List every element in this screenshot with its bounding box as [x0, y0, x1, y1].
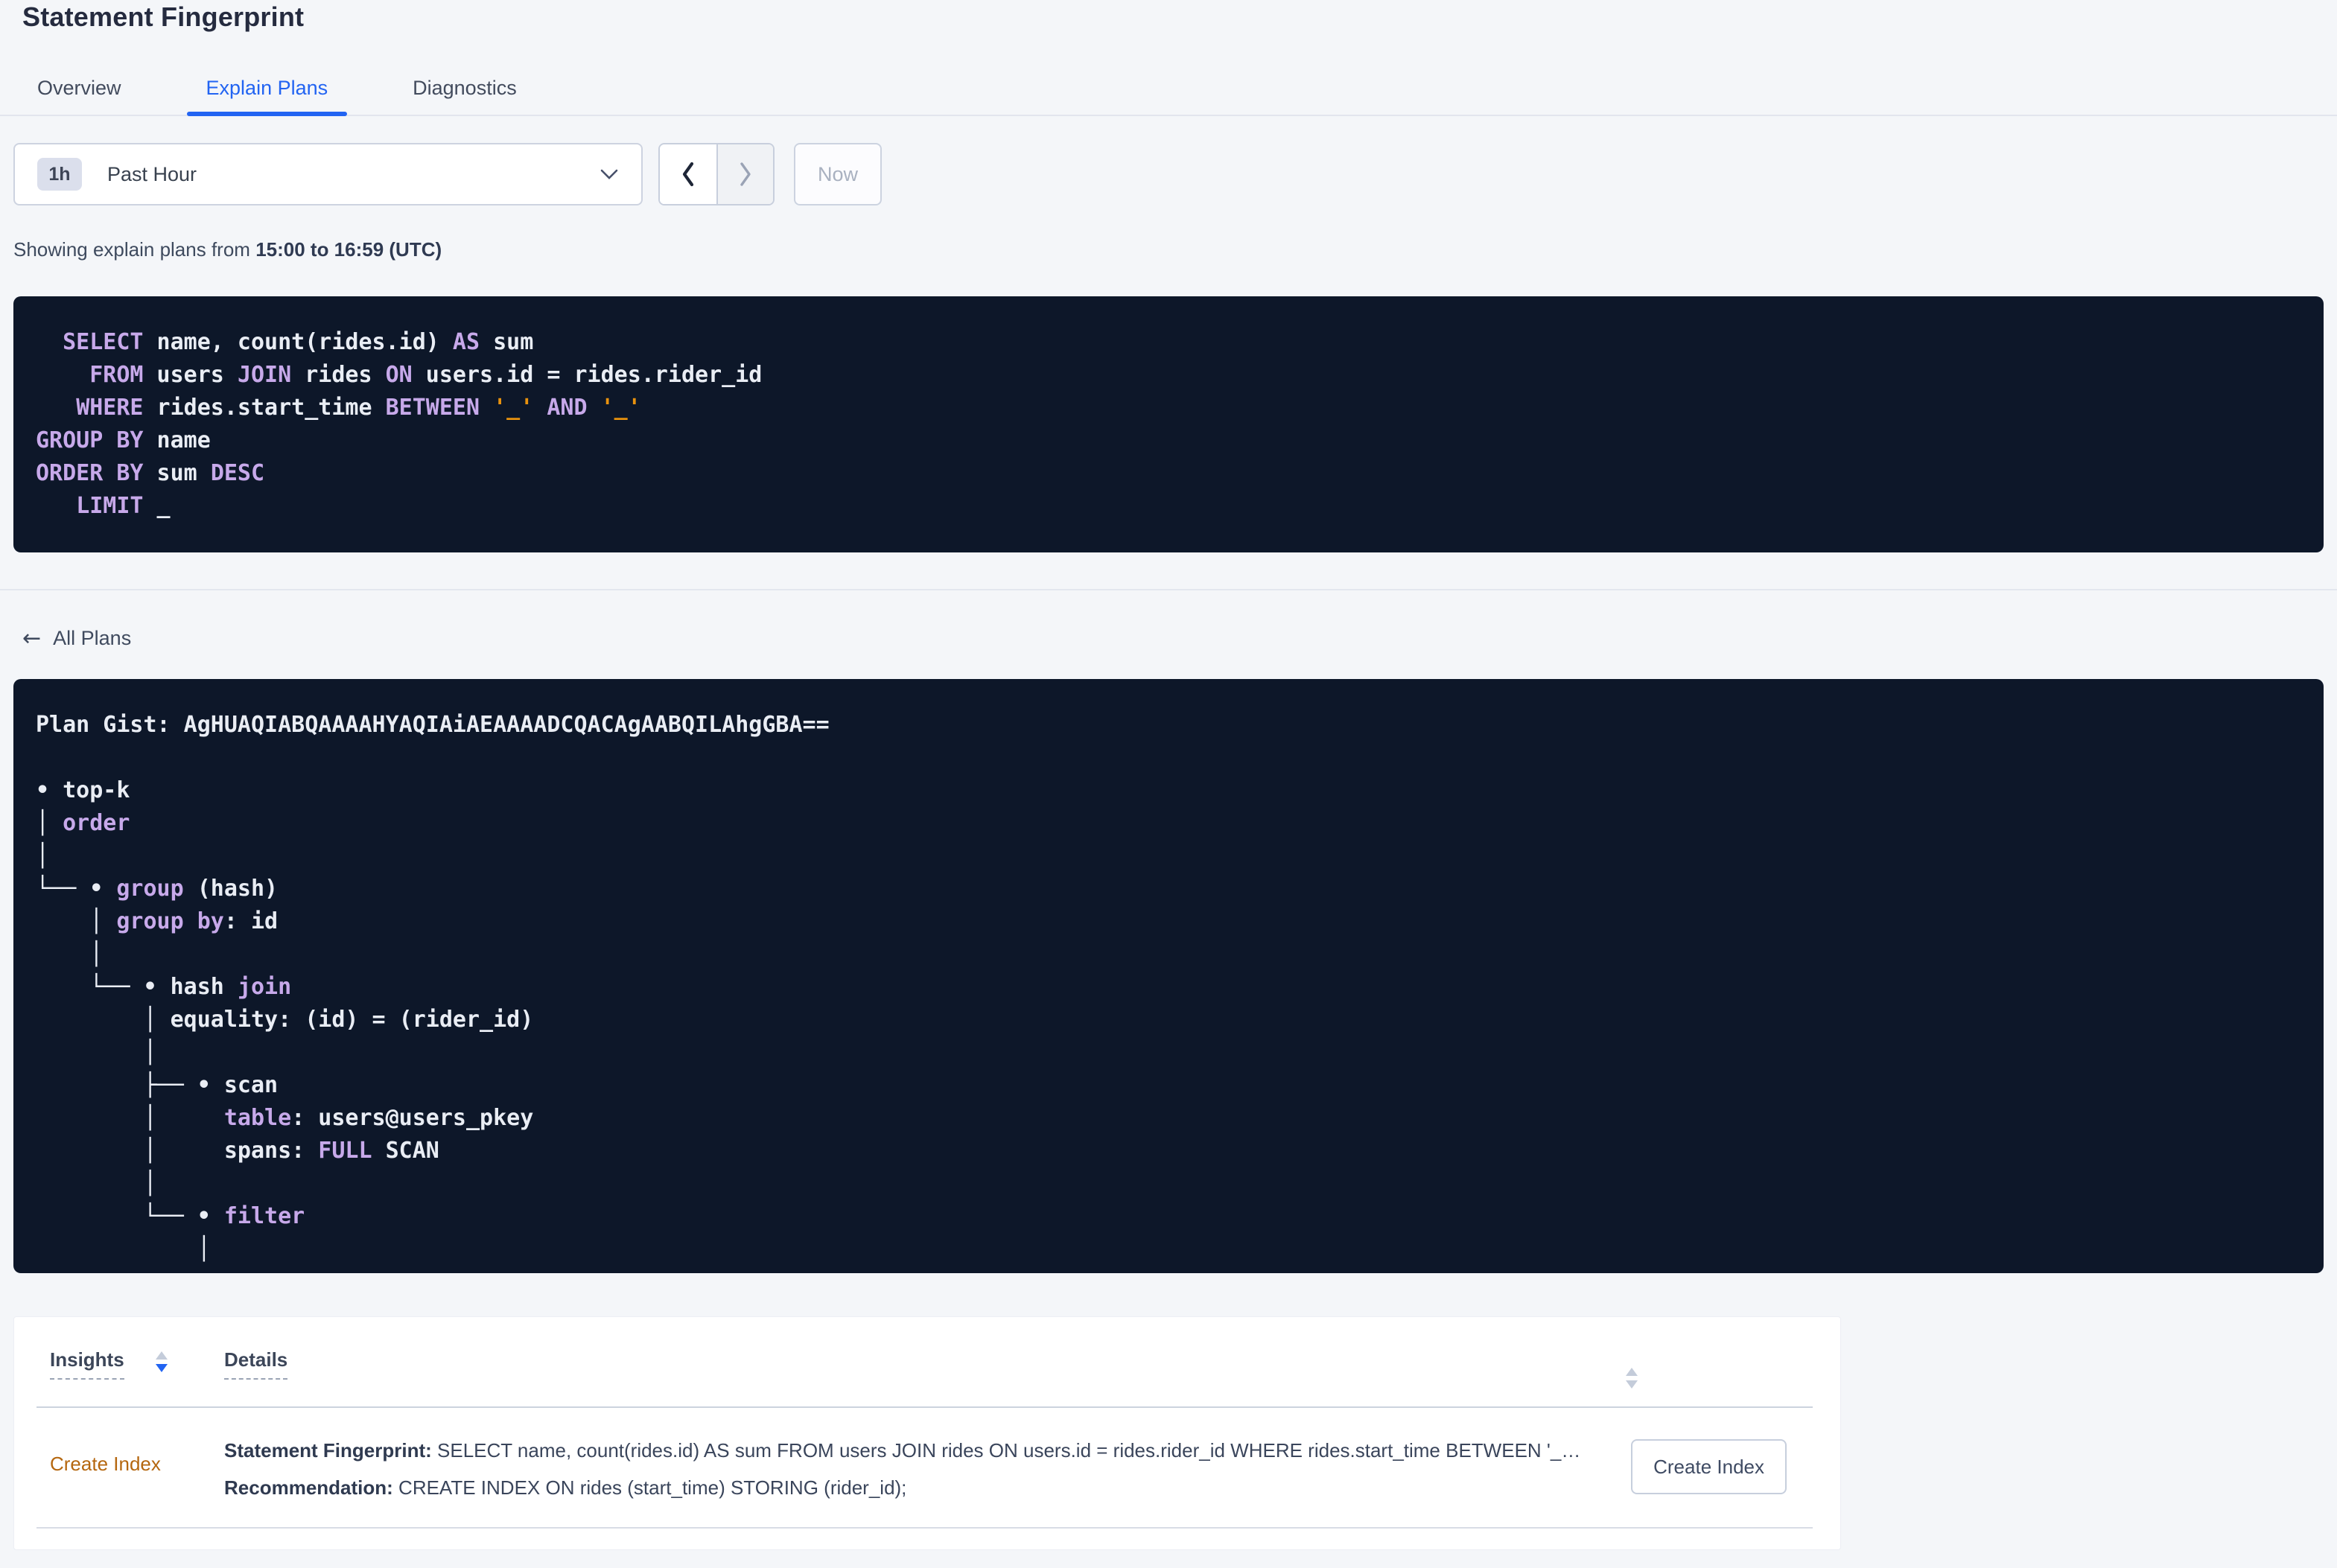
sort-asc-icon — [1626, 1368, 1638, 1376]
time-range-label: Past Hour — [107, 162, 197, 185]
insights-sort-control[interactable] — [155, 1351, 168, 1372]
insight-details-cell: Statement Fingerprint: SELECT name, coun… — [224, 1432, 1614, 1527]
row-separator — [36, 1527, 1813, 1529]
prev-time-button[interactable] — [660, 144, 716, 204]
all-plans-label: All Plans — [53, 627, 132, 649]
section-divider — [0, 589, 2337, 590]
details-column-label[interactable]: Details — [224, 1348, 288, 1380]
insights-table-card: Insights Details Create Index Statement … — [13, 1316, 1841, 1550]
chevron-down-icon — [600, 169, 618, 179]
all-plans-link[interactable]: ← All Plans — [22, 627, 131, 650]
tab-label: Explain Plans — [206, 77, 328, 99]
plan-gist: Plan Gist: AgHUAQIABQAAAAHYAQIAiAEAAAADC… — [36, 712, 830, 738]
create-index-button[interactable]: Create Index — [1631, 1439, 1787, 1494]
plan-blank-line — [36, 742, 2324, 774]
caption-prefix: Showing explain plans from — [13, 238, 256, 261]
next-time-button[interactable] — [716, 144, 773, 204]
sort-asc-icon — [155, 1351, 168, 1360]
detail-line: Statement Fingerprint: SELECT name, coun… — [224, 1439, 1581, 1462]
insights-column-header: Insights — [50, 1348, 224, 1380]
insights-table-header: Insights Details — [50, 1348, 1805, 1380]
detail-line: Recommendation: CREATE INDEX ON rides (s… — [224, 1476, 907, 1499]
sort-desc-icon — [1626, 1380, 1638, 1389]
chevron-left-icon — [682, 162, 694, 187]
chevron-right-icon — [740, 162, 751, 186]
statement-fingerprint-page: Statement Fingerprint Overview Explain Pl… — [0, 0, 2337, 1568]
sort-desc-icon — [155, 1364, 168, 1372]
tab-bar: Overview Explain Plans Diagnostics — [0, 67, 2337, 116]
details-column-header: Details — [224, 1348, 288, 1380]
time-range-caption: Showing explain plans from 15:00 to 16:5… — [13, 238, 442, 261]
sql-statement-box: SELECT name, count(rides.id) AS sum FROM… — [13, 296, 2324, 552]
plan-tree: • top-k │ order │ └── • group (hash) │ grou… — [36, 777, 534, 1262]
caption-range: 15:00 to 16:59 (UTC) — [255, 238, 442, 261]
time-controls: 1h Past Hour Now — [13, 143, 882, 205]
now-button[interactable]: Now — [794, 143, 882, 205]
time-range-badge: 1h — [37, 158, 82, 191]
back-arrow-icon: ← — [22, 625, 42, 651]
tab-label: Diagnostics — [413, 77, 517, 99]
insights-column-label[interactable]: Insights — [50, 1348, 124, 1380]
time-range-select[interactable]: 1h Past Hour — [13, 143, 643, 205]
table-row: Create Index Statement Fingerprint: SELE… — [14, 1408, 1840, 1527]
tab-explain-plans[interactable]: Explain Plans — [186, 65, 348, 116]
time-pager — [658, 143, 775, 205]
page-title: Statement Fingerprint — [22, 1, 305, 32]
tab-overview[interactable]: Overview — [18, 65, 141, 115]
plan-gist-box: Plan Gist: AgHUAQIABQAAAAHYAQIAiAEAAAADC… — [13, 679, 2324, 1273]
tab-diagnostics[interactable]: Diagnostics — [393, 65, 536, 115]
insight-type-link[interactable]: Create Index — [50, 1432, 224, 1527]
tab-label: Overview — [37, 77, 121, 99]
details-sort-control[interactable] — [1626, 1368, 1638, 1389]
